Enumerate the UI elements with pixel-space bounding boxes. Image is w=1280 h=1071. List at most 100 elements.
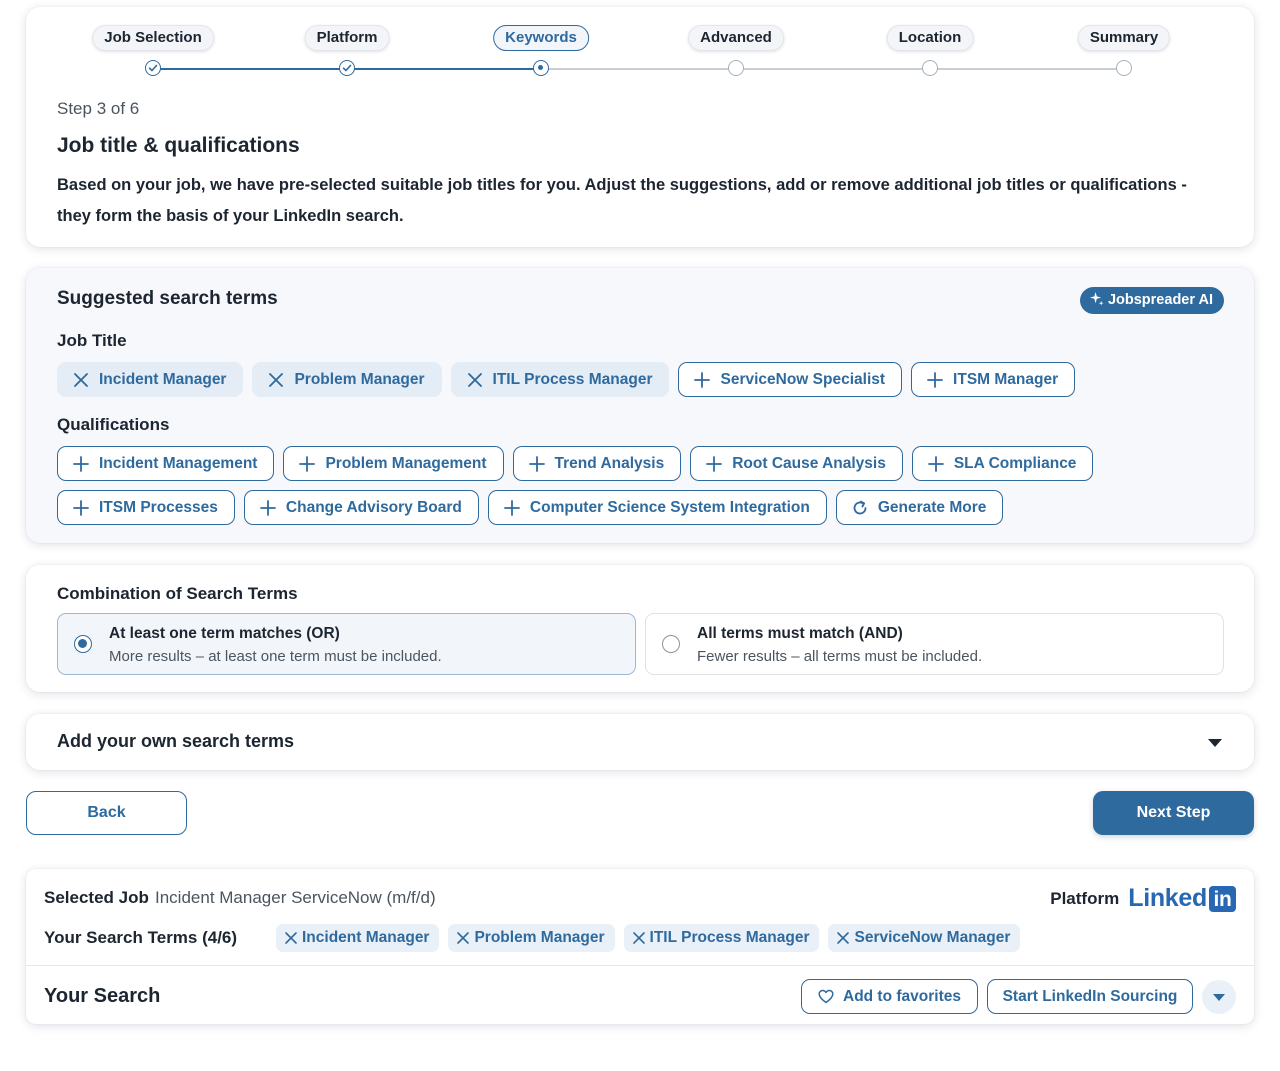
step-label[interactable]: Location	[886, 25, 974, 51]
divider	[26, 965, 1254, 966]
your-search-title: Your Search	[44, 985, 161, 1007]
chip-label: Problem Manager	[474, 929, 605, 946]
plus-icon	[73, 499, 89, 516]
qualifications-label: Qualifications	[57, 415, 170, 434]
job-title-chip-itsm-manager[interactable]: ITSM Manager	[911, 362, 1076, 397]
chip-label: Generate More	[877, 499, 987, 516]
page-description: Based on your job, we have pre-selected …	[57, 176, 1187, 225]
platform-label: Platform	[1050, 888, 1120, 908]
heart-icon	[818, 989, 834, 1004]
chip-label: Trend Analysis	[554, 455, 665, 472]
step-label[interactable]: Advanced	[688, 25, 784, 51]
start-linkedin-sourcing-button[interactable]: Start LinkedIn Sourcing	[987, 979, 1193, 1014]
job-title-chip-itil-process-manager[interactable]: ITIL Process Manager	[450, 362, 670, 397]
check-icon	[339, 60, 355, 76]
radio-description: Fewer results – all terms must be includ…	[697, 648, 983, 665]
plus-icon	[706, 455, 723, 472]
suggested-terms-card: Suggested search terms Jobspreader AI Jo…	[26, 268, 1254, 543]
button-label: Add to favorites	[843, 987, 961, 1005]
qualification-chip[interactable]: Change Advisory Board	[243, 490, 479, 525]
summary-term-chip[interactable]: ServiceNow Manager	[828, 924, 1021, 952]
add-to-favorites-button[interactable]: Add to favorites	[801, 979, 978, 1014]
page-title: Job title & qualifications	[57, 134, 300, 157]
summary-term-chip[interactable]: ITIL Process Manager	[623, 924, 820, 952]
own-terms-accordion[interactable]: Add your own search terms	[26, 714, 1254, 770]
job-title-chip-servicenow-specialist[interactable]: ServiceNow Specialist	[678, 362, 903, 397]
close-icon[interactable]	[836, 931, 850, 945]
platform-indicator: Platform Linked in	[1050, 884, 1236, 913]
chip-label: Incident Manager	[99, 371, 227, 388]
step-label[interactable]: Summary	[1077, 25, 1171, 51]
chip-label: ITSM Manager	[953, 371, 1059, 388]
step-dot	[728, 60, 744, 76]
plus-icon	[504, 499, 520, 516]
close-icon[interactable]	[456, 931, 470, 945]
ai-badge-label: Jobspreader AI	[1107, 292, 1213, 308]
radio-option-and[interactable]: All terms must match (AND) Fewer results…	[645, 613, 1224, 675]
step-dot	[1116, 60, 1132, 76]
selected-job-value: Incident Manager ServiceNow (m/f/d)	[155, 888, 436, 907]
radio-button[interactable]	[74, 635, 92, 653]
plus-icon	[694, 371, 711, 388]
chip-label: ITIL Process Manager	[492, 371, 653, 388]
qualification-chip[interactable]: Computer Science System Integration	[487, 490, 827, 525]
chevron-down-icon[interactable]	[1208, 739, 1222, 747]
qualification-chip[interactable]: Problem Management	[283, 446, 504, 481]
plus-icon	[73, 455, 89, 472]
job-title-chip-incident-manager[interactable]: Incident Manager	[57, 362, 244, 397]
back-button[interactable]: Back	[26, 791, 187, 835]
chip-label: ServiceNow Manager	[854, 929, 1011, 946]
chip-label: ITIL Process Manager	[649, 929, 810, 946]
job-title-chip-problem-manager[interactable]: Problem Manager	[252, 362, 442, 397]
next-step-button[interactable]: Next Step	[1093, 791, 1254, 835]
sparkle-icon	[1089, 291, 1104, 306]
close-icon	[74, 372, 88, 387]
generate-more-button[interactable]: Generate More	[835, 490, 1004, 525]
step-label[interactable]: Keywords	[493, 25, 589, 51]
chip-label: ServiceNow Specialist	[720, 371, 886, 388]
own-terms-title: Add your own search terms	[57, 731, 295, 751]
job-title-label: Job Title	[57, 331, 127, 350]
refresh-icon	[853, 500, 867, 514]
step-label[interactable]: Job Selection	[92, 25, 214, 51]
close-icon	[467, 372, 482, 387]
section-title: Suggested search terms	[57, 288, 278, 309]
plus-icon	[927, 371, 943, 388]
plus-icon	[528, 455, 545, 472]
linkedin-logo-in: in	[1209, 885, 1236, 912]
combination-card: Combination of Search Terms At least one…	[26, 565, 1254, 692]
qualification-chip[interactable]: SLA Compliance	[911, 446, 1094, 481]
summary-term-chip[interactable]: Problem Manager	[448, 924, 615, 952]
plus-icon	[260, 499, 276, 516]
chip-label: ITSM Processes	[99, 499, 218, 516]
summary-term-chip[interactable]: Incident Manager	[276, 924, 440, 952]
current-step-dot	[533, 60, 549, 76]
plus-icon	[927, 455, 944, 472]
qualification-chips-row-2: ITSM Processes Change Advisory Board Com…	[57, 490, 1004, 525]
radio-button[interactable]	[662, 635, 680, 653]
selected-job-label: Selected Job	[44, 888, 149, 907]
search-terms-label: Your Search Terms (4/6)	[44, 928, 238, 947]
step-counter: Step 3 of 6	[57, 99, 140, 118]
qualification-chip[interactable]: Root Cause Analysis	[690, 446, 903, 481]
step-dot	[922, 60, 938, 76]
stepper: Job Selection Platform Keywords Advanced…	[26, 7, 1254, 97]
summary-term-chips: Incident Manager Problem Manager ITIL Pr…	[276, 924, 1021, 952]
more-options-button[interactable]	[1202, 980, 1236, 1014]
radio-title: At least one term matches (OR)	[109, 625, 340, 642]
close-icon[interactable]	[284, 931, 298, 945]
stepper-card: Job Selection Platform Keywords Advanced…	[26, 7, 1254, 247]
step-label[interactable]: Platform	[304, 25, 390, 51]
radio-description: More results – at least one term must be…	[109, 648, 442, 665]
qualification-chip[interactable]: Trend Analysis	[512, 446, 682, 481]
chip-label: Problem Manager	[294, 371, 425, 388]
chip-label: Change Advisory Board	[285, 499, 462, 516]
qualification-chip[interactable]: ITSM Processes	[57, 490, 235, 525]
combination-title: Combination of Search Terms	[57, 584, 298, 603]
qualification-chip[interactable]: Incident Management	[57, 446, 275, 481]
close-icon[interactable]	[632, 931, 646, 945]
linkedin-logo-text: Linked	[1128, 884, 1207, 912]
radio-option-or[interactable]: At least one term matches (OR) More resu…	[57, 613, 636, 675]
stepper-remaining-line	[541, 68, 1125, 70]
linkedin-logo: Linked in	[1128, 884, 1236, 913]
